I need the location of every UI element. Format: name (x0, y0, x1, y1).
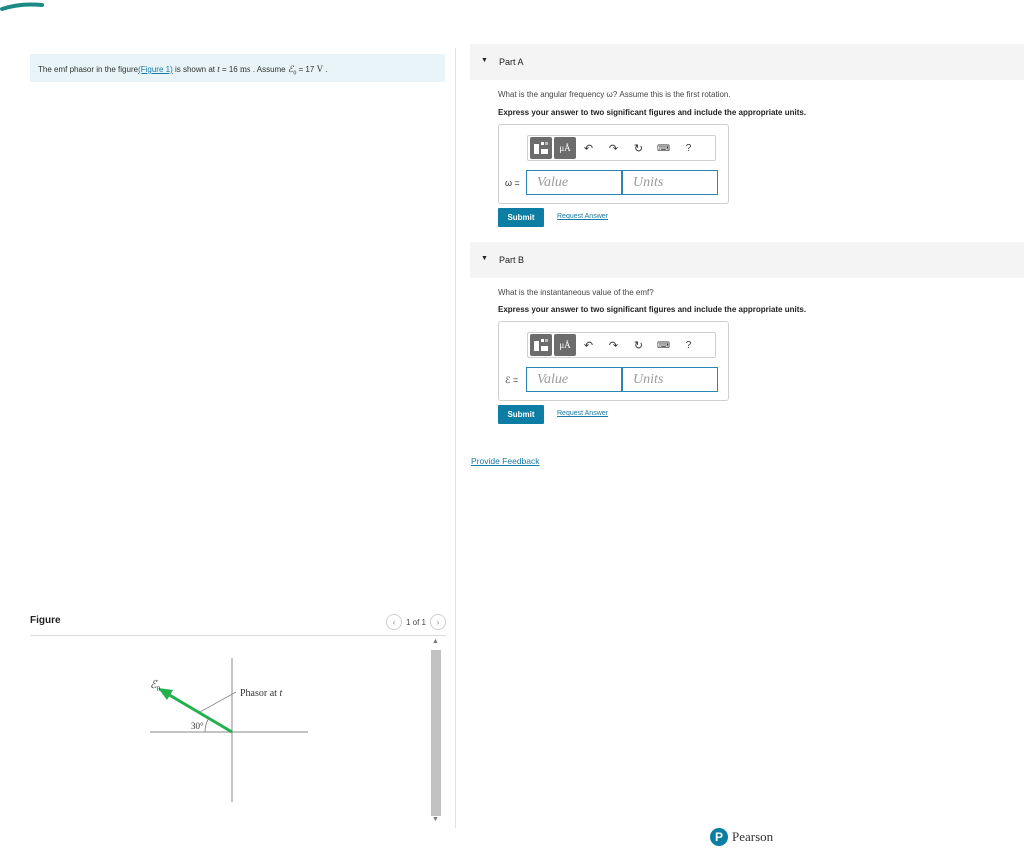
time-unit: ms (239, 64, 251, 74)
undo-button[interactable]: ↶ (576, 334, 601, 356)
pearson-logo: P Pearson (710, 828, 773, 846)
problem-text-assume: . Assume (250, 65, 288, 74)
math-toolbar: μÅ ↶ ↷ ↻ ⌨ ? (527, 332, 716, 358)
part-b-submit-button[interactable]: Submit (498, 405, 544, 424)
part-a-value-input[interactable]: Value (526, 170, 622, 195)
reset-icon: ↻ (633, 142, 644, 155)
part-b-units-input[interactable]: Units (622, 367, 718, 392)
scroll-up-icon[interactable]: ▲ (432, 638, 439, 645)
angle-arc (204, 718, 209, 733)
units-button[interactable]: μÅ (554, 137, 576, 159)
keyboard-icon: ⌨ (657, 142, 670, 153)
part-a-units-input[interactable]: Units (622, 170, 718, 195)
part-b-request-answer-link[interactable]: Request Answer (557, 410, 608, 417)
collapse-triangle-icon[interactable]: ▼ (481, 255, 488, 262)
part-b-answer-box: μÅ ↶ ↷ ↻ ⌨ ? ℰ = Value Units (498, 321, 729, 401)
help-button[interactable]: ? (676, 334, 701, 356)
scroll-down-icon[interactable]: ▼ (432, 816, 439, 823)
phasor-arrowhead (158, 688, 173, 700)
reset-icon: ↻ (633, 339, 644, 352)
problem-text: The emf phasor in the figure (38, 65, 139, 74)
redo-button[interactable]: ↷ (601, 137, 626, 159)
keyboard-icon: ⌨ (657, 339, 670, 350)
keyboard-button[interactable]: ⌨ (651, 137, 676, 159)
problem-text-mid: is shown at (172, 65, 218, 74)
part-a-header[interactable]: ▼ Part A (470, 44, 1024, 80)
template-icon (534, 339, 548, 351)
omega-label: ω = (505, 178, 520, 188)
template-icon (534, 142, 548, 154)
help-button[interactable]: ? (676, 137, 701, 159)
math-toolbar: μÅ ↶ ↷ ↻ ⌨ ? (527, 135, 716, 161)
phasor-figure: ℰ0 Phasor at t 30° (150, 658, 308, 802)
keyboard-button[interactable]: ⌨ (651, 334, 676, 356)
part-b-header[interactable]: ▼ Part B (470, 242, 1024, 278)
template-button[interactable] (530, 137, 552, 159)
part-a-question: What is the angular frequency ω? Assume … (498, 90, 731, 99)
figure-scrollbar[interactable]: ▲ ▼ (429, 638, 443, 826)
column-divider (455, 48, 456, 828)
part-a-instructions: Express your answer to two significant f… (498, 108, 807, 117)
units-icon: μÅ (559, 340, 571, 350)
figure-title: Figure (30, 615, 61, 626)
part-a-request-answer-link[interactable]: Request Answer (557, 213, 608, 220)
part-b-value-input[interactable]: Value (526, 367, 622, 392)
undo-button[interactable]: ↶ (576, 137, 601, 159)
emf-var-label: ℰ = (505, 375, 519, 385)
units-icon: μÅ (559, 143, 571, 153)
prev-figure-button[interactable]: ‹ (385, 614, 402, 630)
part-b-label: Part B (499, 255, 525, 265)
next-figure-button[interactable]: › (430, 614, 446, 630)
angle-label: 30° (191, 721, 204, 731)
problem-text-end: . (323, 65, 328, 74)
collapse-triangle-icon[interactable]: ▼ (481, 57, 488, 64)
emf-value: = 17 (296, 65, 317, 74)
part-a-label: Part A (499, 57, 524, 67)
chevron-left-icon: ‹ (392, 617, 396, 627)
units-button[interactable]: μÅ (554, 334, 576, 356)
problem-statement: The emf phasor in the figure(Figure 1) i… (30, 54, 445, 82)
template-button[interactable] (530, 334, 552, 356)
provide-feedback-link[interactable]: Provide Feedback (471, 456, 540, 466)
pearson-icon: P (710, 828, 728, 846)
redo-button[interactable]: ↷ (601, 334, 626, 356)
redo-icon: ↷ (608, 339, 619, 352)
figure-header: Figure ‹ 1 of 1 › (30, 614, 446, 636)
reset-button[interactable]: ↻ (626, 137, 651, 159)
figure-link[interactable]: (Figure 1) (138, 65, 173, 74)
phasor-label: Phasor at t (240, 688, 282, 699)
figure-pager: ‹ 1 of 1 › (385, 614, 446, 630)
redo-icon: ↷ (608, 142, 619, 155)
part-a-submit-button[interactable]: Submit (498, 208, 544, 227)
reset-button[interactable]: ↻ (626, 334, 651, 356)
brand-stroke-icon (0, 2, 44, 11)
pager-count: 1 of 1 (405, 617, 426, 627)
chevron-right-icon: › (436, 617, 440, 627)
phasor-label-leader (199, 691, 237, 713)
part-b-instructions: Express your answer to two significant f… (498, 305, 807, 314)
help-icon: ? (685, 142, 692, 154)
help-icon: ? (685, 339, 692, 351)
pearson-brand: Pearson (732, 829, 774, 844)
undo-icon: ↶ (583, 142, 594, 155)
part-b-question: What is the instantaneous value of the e… (498, 288, 654, 297)
undo-icon: ↶ (583, 339, 594, 352)
scrollbar-thumb[interactable] (431, 650, 441, 816)
part-a-answer-box: μÅ ↶ ↷ ↻ ⌨ ? ω = Value Units (498, 124, 729, 204)
time-value: = 16 (219, 65, 240, 74)
emf-label: ℰ0 (150, 679, 161, 693)
